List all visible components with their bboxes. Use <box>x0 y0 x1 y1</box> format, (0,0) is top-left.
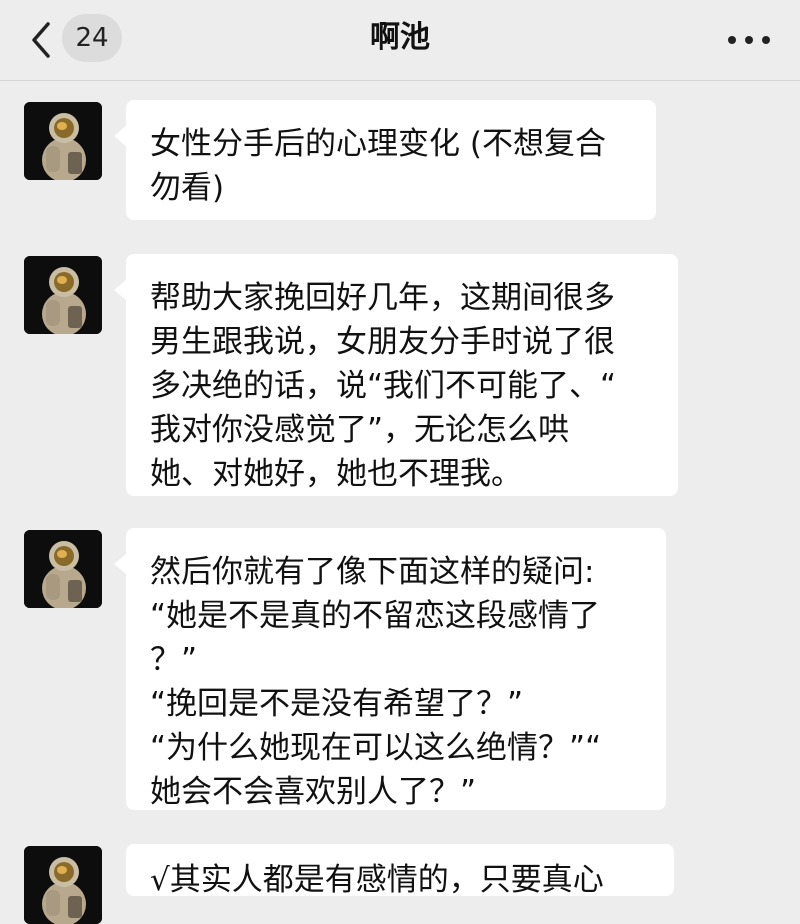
chat-header: 24 啊池 <box>0 0 800 81</box>
message-bubble[interactable]: √其实人都是有感情的，只要真心 <box>126 844 674 896</box>
chevron-left-icon[interactable] <box>22 20 62 60</box>
message-bubble[interactable]: 然后你就有了像下面这样的疑问: “她是不是真的不留恋这段感情了 ？” “挽回是不… <box>114 528 666 810</box>
astronaut-avatar[interactable] <box>24 102 102 180</box>
unread-count-badge[interactable]: 24 <box>62 14 122 62</box>
astronaut-avatar[interactable] <box>24 256 102 334</box>
astronaut-avatar[interactable] <box>24 530 102 608</box>
astronaut-avatar[interactable] <box>24 846 102 924</box>
message-bubble[interactable]: 帮助大家挽回好几年，这期间很多 男生跟我说，女朋友分手时说了很 多决绝的话，说“… <box>114 254 678 496</box>
message-bubble[interactable]: 女性分手后的心理变化 (不想复合 勿看) <box>114 100 656 220</box>
more-dots-icon[interactable] <box>728 26 770 54</box>
